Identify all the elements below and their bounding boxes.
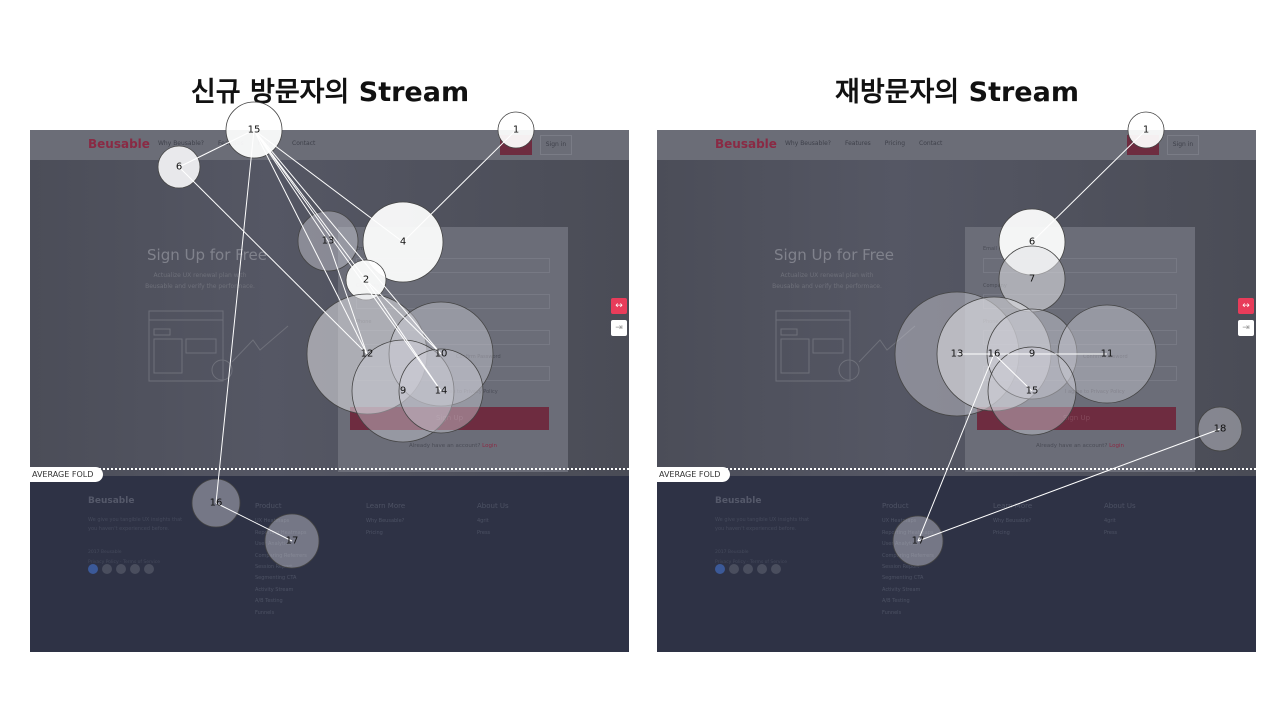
stream-point-number: 17 [286, 536, 299, 547]
stream-point-number: 2 [363, 275, 369, 286]
stream-point-number: 16 [210, 498, 223, 509]
stream-point-number: 12 [361, 349, 374, 360]
stream-point-number: 1 [513, 125, 519, 136]
stream-point-number: 9 [1029, 349, 1035, 360]
stream-point-number: 1 [1143, 125, 1149, 136]
right-title: 재방문자의 Stream [835, 77, 1079, 108]
stream-point-number: 14 [435, 386, 448, 397]
stream-point-number: 15 [1026, 386, 1039, 397]
stream-path-line [253, 129, 329, 242]
stream-overlay: 15 1613 4212 109 141617 [157, 101, 535, 569]
stream-point-number: 17 [912, 536, 925, 547]
left-title: 신규 방문자의 Stream [190, 77, 470, 108]
stream-point-number: 16 [988, 349, 1001, 360]
stream-point-number: 11 [1101, 349, 1114, 360]
stream-point-number: 9 [400, 386, 406, 397]
stream-path-line [402, 129, 517, 243]
stream-point-number: 10 [435, 349, 448, 360]
stream-point-number: 7 [1029, 274, 1035, 285]
stream-point-number: 13 [322, 236, 335, 247]
stream-point-number: 18 [1214, 424, 1227, 435]
stream-point-number: 15 [248, 125, 261, 136]
stream-overlay: 16713 16 9 11151817 [892, 111, 1243, 567]
stream-path-line [1031, 129, 1147, 243]
stream-point-number: 4 [400, 237, 406, 248]
stream-point-number: 13 [951, 349, 964, 360]
stream-point-number: 6 [176, 162, 182, 173]
returning-visitor-stream-panel: Beusable Why Beusable? Features Pricing Con… [655, 111, 1256, 652]
stream-path-line [215, 129, 255, 504]
new-visitor-stream-panel: Beusable Why Beusable?FeaturesPricingCon… [28, 101, 629, 652]
stream-point-number: 6 [1029, 237, 1035, 248]
stream-path-line [917, 428, 1221, 542]
